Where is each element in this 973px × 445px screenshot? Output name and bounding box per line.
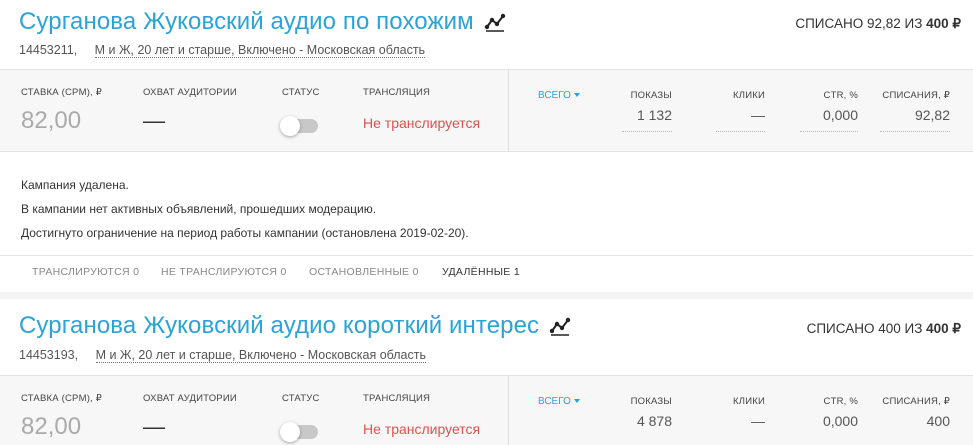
metric-ctr: CTR, % 0,000 (800, 396, 858, 429)
metric-value: 92,82 (914, 107, 950, 123)
title-row: Сурганова Жуковский аудио по похожим (19, 8, 506, 36)
metric-label: CTR, % (823, 90, 858, 101)
period-label: ВСЕГО (538, 396, 571, 407)
targeting-link[interactable]: М и Ж, 20 лет и старше, Включено - Моско… (95, 348, 426, 363)
metric-value: — (751, 107, 765, 123)
status-label: СТАТУС (282, 87, 320, 98)
message-line: Достигнуто ограничение на период работы … (21, 226, 469, 240)
reach-label: ОХВАТ АУДИТОРИИ (143, 87, 237, 98)
metric-ctr: CTR, % 0,000 (800, 90, 858, 132)
metric-clicks: КЛИКИ — (716, 90, 765, 132)
targeting-link[interactable]: М и Ж, 20 лет и старше, Включено - Моско… (94, 43, 426, 58)
metric-label: СПИСАНИЯ, ₽ (882, 90, 950, 101)
reach-label: ОХВАТ АУДИТОРИИ (143, 393, 237, 404)
dotted-underline (880, 131, 950, 132)
metric-value: 1 132 (636, 107, 672, 123)
campaign-messages: Кампания удалена. В кампании нет активны… (21, 173, 469, 245)
metric-spend: СПИСАНИЯ, ₽ 400 (880, 396, 950, 429)
spent-label: СПИСАНО 92,82 ИЗ (795, 16, 923, 31)
metric-value: 400 (926, 413, 950, 429)
period-selector[interactable]: ВСЕГО (538, 90, 580, 101)
title-row: Сурганова Жуковский аудио короткий интер… (19, 312, 571, 340)
campaign-meta: 14453211, М и Ж, 20 лет и старше, Включе… (19, 43, 426, 58)
broadcast-label: ТРАНСЛЯЦИЯ (363, 393, 431, 404)
budget-value: 400 ₽ (926, 321, 961, 336)
toggle-knob (280, 422, 300, 442)
tab-broadcasting[interactable]: ТРАНСЛИРУЮТСЯ 0 (32, 266, 139, 278)
metric-value: 0,000 (822, 413, 858, 429)
campaign-stats-panel: СТАВКА (CPM), ₽ 82,00 ОХВАТ АУДИТОРИИ — … (0, 69, 973, 152)
caret-down-icon (573, 399, 580, 403)
bid-label: СТАВКА (CPM), ₽ (21, 393, 102, 404)
metric-spend: СПИСАНИЯ, ₽ 92,82 (880, 90, 950, 132)
ads-tabs: ТРАНСЛИРУЮТСЯ 0 НЕ ТРАНСЛИРУЮТСЯ 0 ОСТАН… (0, 255, 973, 292)
message-line: Кампания удалена. (21, 178, 129, 192)
metric-label: ПОКАЗЫ (630, 90, 672, 101)
metric-label: CTR, % (823, 396, 858, 407)
dotted-underline (800, 131, 858, 132)
status-toggle[interactable] (280, 116, 318, 136)
metric-shows: ПОКАЗЫ 1 132 (610, 90, 672, 132)
campaign-title[interactable]: Сурганова Жуковский аудио короткий интер… (19, 312, 539, 340)
metric-label: КЛИКИ (733, 90, 765, 101)
panel-divider (508, 376, 509, 445)
budget-value: 400 ₽ (926, 16, 961, 31)
bid-label: СТАВКА (CPM), ₽ (21, 87, 102, 98)
reach-value: — (143, 414, 165, 439)
campaign-stats-panel: СТАВКА (CPM), ₽ 82,00 ОХВАТ АУДИТОРИИ — … (0, 375, 973, 445)
broadcast-label: ТРАНСЛЯЦИЯ (363, 87, 431, 98)
status-toggle[interactable] (280, 422, 318, 442)
metric-shows: ПОКАЗЫ 4 878 (610, 396, 672, 429)
bid-value[interactable]: 82,00 (21, 413, 81, 441)
broadcast-status: Не транслируется (363, 115, 481, 131)
status-label: СТАТУС (282, 393, 320, 404)
statistics-icon[interactable] (549, 315, 571, 337)
campaign-card: Сурганова Жуковский аудио короткий интер… (0, 299, 973, 445)
spent-label: СПИСАНО 400 ИЗ (806, 321, 923, 336)
metric-value: 4 878 (636, 413, 672, 429)
period-selector[interactable]: ВСЕГО (538, 396, 580, 407)
spent-summary: СПИСАНО 92,82 ИЗ 400 ₽ (795, 16, 961, 32)
metric-label: ПОКАЗЫ (630, 396, 672, 407)
metric-label: СПИСАНИЯ, ₽ (882, 396, 950, 407)
period-label: ВСЕГО (538, 90, 571, 101)
bid-value[interactable]: 82,00 (21, 107, 81, 135)
tab-stopped[interactable]: ОСТАНОВЛЕННЫЕ 0 (309, 266, 419, 278)
toggle-knob (280, 116, 300, 136)
dotted-underline (716, 131, 765, 132)
metric-value: 0,000 (822, 107, 858, 123)
campaign-id: 14453193, (19, 348, 79, 362)
panel-divider (508, 70, 509, 151)
campaign-card: Сурганова Жуковский аудио по похожим 144… (0, 0, 973, 292)
dotted-underline (622, 131, 672, 132)
statistics-icon[interactable] (484, 11, 506, 33)
tab-deleted[interactable]: УДАЛЁННЫЕ 1 (442, 266, 520, 278)
tab-not-broadcasting[interactable]: НЕ ТРАНСЛИРУЮТСЯ 0 (161, 266, 287, 278)
metric-label: КЛИКИ (733, 396, 765, 407)
campaign-id: 14453211, (19, 43, 78, 57)
reach-value: — (143, 108, 165, 133)
campaign-meta: 14453193, М и Ж, 20 лет и старше, Включе… (19, 348, 426, 363)
message-line: В кампании нет активных объявлений, прош… (21, 202, 377, 216)
campaign-header: Сурганова Жуковский аудио короткий интер… (0, 299, 973, 369)
metric-clicks: КЛИКИ — (716, 396, 765, 429)
caret-down-icon (573, 93, 580, 97)
campaign-header: Сурганова Жуковский аудио по похожим 144… (0, 0, 973, 70)
broadcast-status: Не транслируется (363, 421, 481, 437)
spent-summary: СПИСАНО 400 ИЗ 400 ₽ (807, 321, 961, 337)
campaign-title[interactable]: Сурганова Жуковский аудио по похожим (19, 8, 474, 36)
metric-value: — (751, 413, 765, 429)
